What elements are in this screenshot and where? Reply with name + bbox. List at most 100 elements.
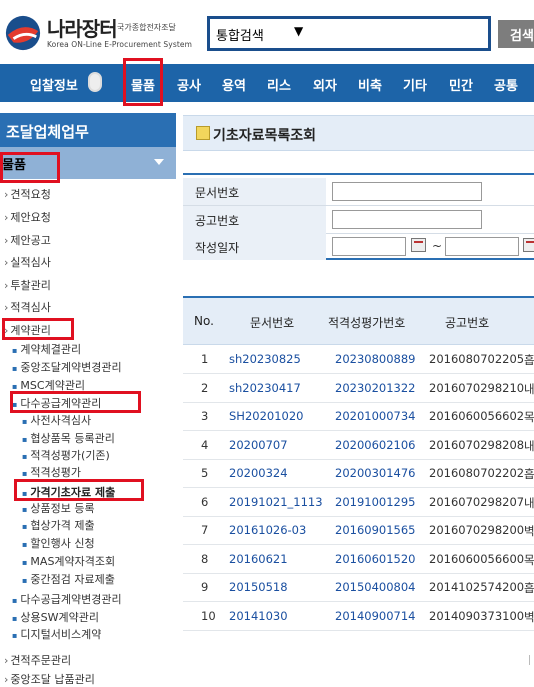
table-row[interactable]: 4 20200707 20200602106 2016070298208 내 [183, 431, 534, 460]
cell-truncated: 내 [524, 495, 534, 510]
table-row[interactable]: 9 20150518 20150400804 2014102574200 흡 [183, 573, 534, 602]
search-button[interactable]: 검색 [498, 20, 534, 48]
table-row[interactable]: 1 sh20230825 20230800889 2016080702205 흡 [183, 345, 534, 374]
sidebar-category-label: 물품 [2, 158, 26, 173]
sidebar-subsubitem[interactable]: 중간점검 자료제출 [22, 571, 114, 587]
calendar-icon[interactable] [523, 238, 534, 252]
cell-truncated: 내 [524, 381, 534, 396]
cell-no: 5 [201, 466, 209, 480]
cell-doc-no-link[interactable]: 20160621 [229, 552, 288, 566]
top-header: 나라장터 국가종합전자조달 Korea ON-Line E-Procuremen… [0, 0, 534, 64]
cell-eval-no-link[interactable]: 20230201322 [335, 381, 415, 395]
cell-eval-no-link[interactable]: 20140900714 [335, 609, 415, 623]
cell-notice-no: 2014090373100 [429, 608, 525, 623]
sidebar-subitem[interactable]: 중앙조달계약변경관리 [12, 359, 121, 375]
date-to-input[interactable] [445, 237, 519, 256]
form-row-notice-no: 공고번호 [183, 206, 534, 234]
nav-item-goods[interactable]: 물품 [131, 75, 155, 94]
cell-no: 1 [201, 352, 209, 366]
sidebar-subsubitem[interactable]: 적격성평가 [22, 464, 81, 480]
search-select[interactable]: 통합검색 ▼ [207, 16, 491, 51]
logo-subtitle: 국가종합전자조달 [117, 23, 176, 32]
table-row[interactable]: 2 sh20230417 20230201322 2016070298210 내 [183, 374, 534, 403]
table-row[interactable]: 5 20200324 20200301476 2016080702202 흡 [183, 459, 534, 488]
table-row[interactable]: 7 20161026-03 20160901565 2016070298200 벽 [183, 516, 534, 545]
sidebar-subsubitem[interactable]: 협상가격 제출 [22, 517, 94, 533]
cell-doc-no-link[interactable]: 20200707 [229, 438, 288, 452]
cell-doc-no-link[interactable]: 20191021_1113 [229, 495, 323, 509]
cell-eval-no-link[interactable]: 20160901565 [335, 523, 415, 537]
nav-item-private[interactable]: 민간 [449, 75, 473, 94]
sidebar-category[interactable]: 물품 [0, 147, 176, 179]
mouse-icon [88, 72, 102, 92]
calendar-icon[interactable] [411, 238, 426, 252]
cell-eval-no-link[interactable]: 20230800889 [335, 352, 415, 366]
sidebar-subsubitem[interactable]: 적격성평가(기존) [22, 447, 109, 463]
chevron-down-icon: ▼ [294, 24, 304, 38]
sidebar-item[interactable]: 실적심사 [4, 254, 50, 270]
sidebar-subsubitem[interactable]: MAS계약자격조회 [22, 553, 115, 569]
sidebar-subitem[interactable]: MSC계약관리 [12, 377, 85, 393]
nav-item-foreign[interactable]: 외자 [313, 75, 337, 94]
cell-eval-no-link[interactable]: 20200602106 [335, 438, 415, 452]
cell-eval-no-link[interactable]: 20191001295 [335, 495, 415, 509]
cell-doc-no-link[interactable]: 20150518 [229, 580, 288, 594]
sidebar-subsubitem-price-data[interactable]: 가격기초자료 제출 [22, 484, 115, 500]
table-row[interactable]: 8 20160621 20160601520 2016060056600 목 [183, 545, 534, 574]
cell-eval-no-link[interactable]: 20150400804 [335, 580, 415, 594]
table-row[interactable]: 3 SH20201020 20201000734 2016060056602 목 [183, 402, 534, 431]
cell-doc-no-link[interactable]: sh20230825 [229, 352, 301, 366]
doc-no-input[interactable] [332, 182, 482, 201]
sidebar-subsubitem[interactable]: 상품정보 등록 [22, 500, 94, 516]
table-row[interactable]: 6 20191021_1113 20191001295 2016070298207 내 [183, 488, 534, 517]
cell-truncated: 목 [524, 552, 534, 567]
cell-eval-no-link[interactable]: 20160601520 [335, 552, 415, 566]
cell-truncated: 흡 [524, 353, 534, 367]
table-row[interactable]: 10 20141030 20140900714 2014090373100 벽 [183, 602, 534, 631]
chevron-down-icon [154, 159, 164, 165]
cell-eval-no-link[interactable]: 20201000734 [335, 409, 415, 423]
sidebar-item[interactable]: 제안공고 [4, 232, 50, 248]
cell-notice-no: 2016070298207 [429, 494, 525, 509]
logo-icon [5, 15, 41, 51]
cell-doc-no-link[interactable]: SH20201020 [229, 409, 303, 423]
cell-notice-no: 2014102574200 [429, 580, 525, 594]
cell-doc-no-link[interactable]: 20141030 [229, 609, 288, 623]
sidebar-item[interactable]: 중앙조달 납품관리 [4, 671, 94, 687]
nav-item-lease[interactable]: 리스 [267, 75, 291, 94]
sidebar-subitem[interactable]: 디지털서비스계약 [12, 626, 101, 642]
scrollbar[interactable] [529, 655, 530, 665]
nav-item-service[interactable]: 용역 [222, 75, 246, 94]
cell-doc-no-link[interactable]: 20161026-03 [229, 523, 306, 537]
nav-bid-info[interactable]: 입찰정보 [0, 64, 117, 102]
sidebar-subsubitem[interactable]: 협상품목 등록관리 [22, 430, 114, 446]
cell-eval-no-link[interactable]: 20200301476 [335, 466, 415, 480]
cell-no: 4 [201, 437, 209, 452]
page-title-bar: 기초자료목록조회 [183, 115, 534, 151]
cell-truncated: 목 [524, 410, 534, 424]
sidebar-subsubitem[interactable]: 사전사격심사 [22, 412, 91, 428]
sidebar-subitem[interactable]: 다수공급계약변경관리 [12, 591, 121, 607]
sidebar-subitem[interactable]: 계약체결관리 [12, 341, 81, 357]
cell-doc-no-link[interactable]: 20200324 [229, 466, 288, 480]
nav-item-stockpile[interactable]: 비축 [358, 75, 382, 94]
sidebar-item[interactable]: 견적주문관리 [4, 652, 71, 668]
doc-no-label: 문서번호 [183, 178, 326, 205]
nav-item-etc[interactable]: 기타 [403, 75, 427, 94]
cell-doc-no-link[interactable]: sh20230417 [229, 381, 301, 395]
nav-item-common[interactable]: 공통 [494, 75, 518, 94]
cell-truncated: 벽 [524, 524, 534, 538]
sidebar-item[interactable]: 제안요청 [4, 209, 50, 225]
sidebar-item-contract[interactable]: 계약관리 [4, 322, 50, 338]
nav-item-construction[interactable]: 공사 [177, 75, 201, 94]
notice-no-input[interactable] [332, 210, 482, 229]
date-from-input[interactable] [332, 237, 406, 256]
sidebar-subsubitem[interactable]: 할인행사 신청 [22, 535, 94, 551]
sidebar-subitem[interactable]: 상용SW계약관리 [12, 609, 99, 625]
sidebar-subitem-multi-supply[interactable]: 다수공급계약관리 [12, 395, 101, 411]
sidebar-item[interactable]: 적격심사 [4, 299, 50, 315]
sidebar-item[interactable]: 견적요청 [4, 186, 50, 202]
logo-title[interactable]: 나라장터 [47, 13, 118, 42]
cell-notice-no: 2016070298208 [429, 437, 525, 452]
sidebar-item[interactable]: 투찰관리 [4, 277, 50, 293]
